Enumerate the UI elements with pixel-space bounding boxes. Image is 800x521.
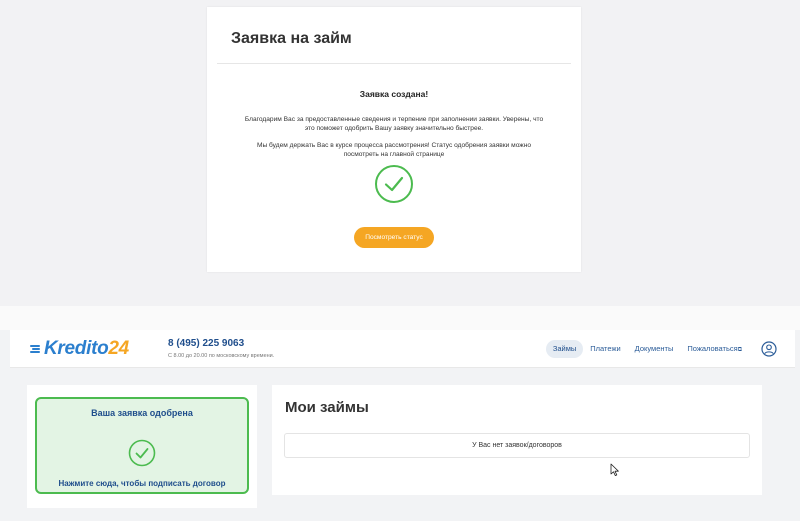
nav-item-loans[interactable]: Займы [545, 340, 584, 358]
mouse-cursor-icon [610, 463, 619, 476]
working-hours: С 8.00 до 20.00 по московскому времени. [168, 353, 275, 359]
approved-title: Ваша заявка одобрена [91, 408, 193, 418]
external-link-icon: ⧉ [737, 347, 742, 353]
nav-item-complain-label: Пожаловаться [687, 344, 738, 353]
modal-title: Заявка на займ [231, 30, 352, 47]
logo-text: Kredito24 [44, 338, 129, 360]
section-separator [0, 306, 800, 330]
user-circle-icon[interactable] [761, 341, 777, 357]
modal-paragraph-thanks: Благодарим Вас за предоставленные сведен… [244, 116, 544, 132]
logo-number: 24 [108, 338, 129, 359]
logo-stripes-icon [30, 343, 42, 355]
phone-number[interactable]: 8 (495) 225 9063 [168, 338, 244, 349]
check-circle-icon [128, 439, 156, 467]
nav-item-payments[interactable]: Платежи [583, 340, 627, 358]
loan-application-modal: Заявка на займ Заявка создана! Благодари… [207, 7, 581, 272]
site-header: Kredito24 8 (495) 225 9063 С 8.00 до 20.… [10, 330, 795, 368]
modal-paragraph-status: Мы будем держать Вас в курсе процесса ра… [256, 142, 532, 158]
modal-heading: Заявка создана! [359, 89, 429, 99]
approval-panel: Ваша заявка одобрена Нажмите сюда, чтобы… [27, 385, 257, 508]
my-loans-panel: Мои займы У Вас нет заявок/договоров [272, 385, 762, 495]
modal-divider [217, 63, 571, 64]
logo-main: Kredito [44, 338, 109, 359]
view-status-button[interactable]: Посмотреть статус [354, 227, 434, 248]
sign-contract-link[interactable]: Нажмите сюда, чтобы подписать договор [37, 479, 247, 488]
check-circle-icon [375, 165, 413, 203]
nav-item-complain[interactable]: Пожаловаться⧉ [680, 340, 749, 358]
main-nav: Займы Платежи Документы Пожаловаться⧉ [545, 339, 749, 359]
approved-application-card[interactable]: Ваша заявка одобрена Нажмите сюда, чтобы… [35, 397, 249, 494]
my-loans-title: Мои займы [285, 399, 369, 416]
empty-loans-message: У Вас нет заявок/договоров [284, 433, 750, 458]
nav-item-documents[interactable]: Документы [628, 340, 681, 358]
kredito24-logo[interactable]: Kredito24 [30, 337, 129, 361]
